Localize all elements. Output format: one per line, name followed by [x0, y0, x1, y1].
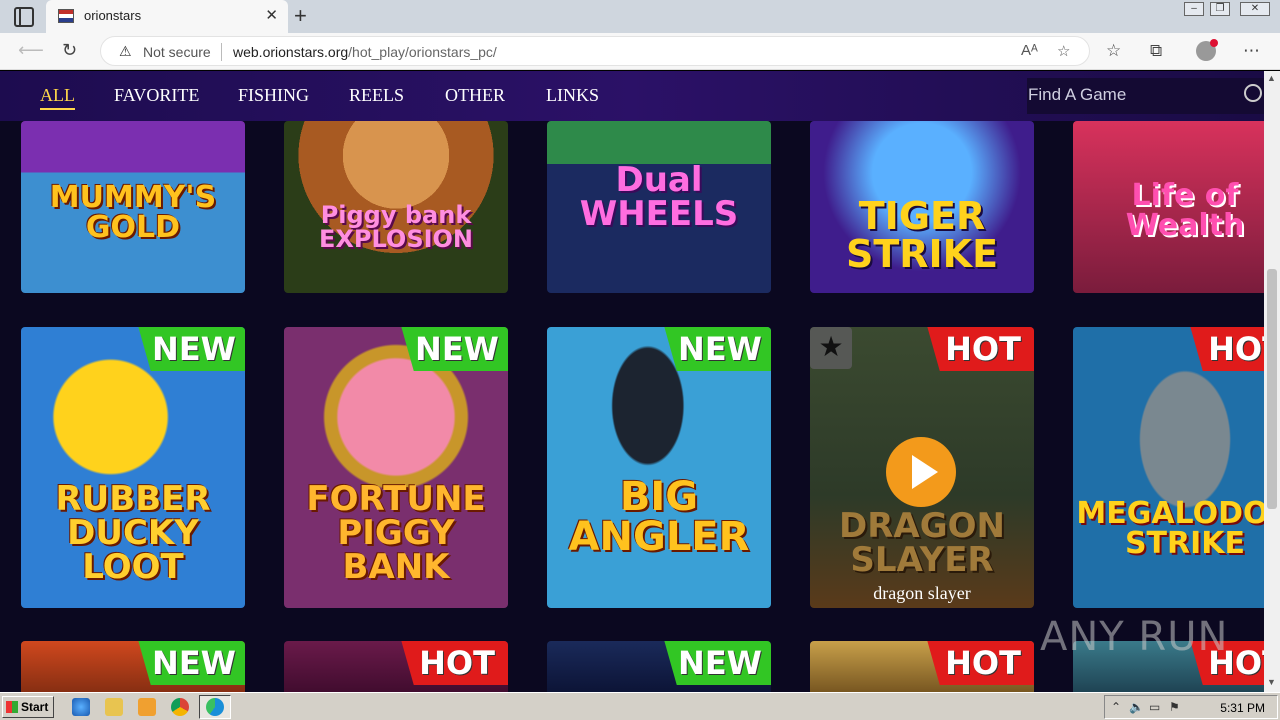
clock[interactable]: 5:31 PM — [1220, 701, 1265, 715]
game-card-dragon-slayer[interactable]: ★ HOT DRAGON SLAYER dragon slayer — [810, 327, 1034, 608]
back-arrow-icon[interactable]: ⟵ — [18, 40, 44, 61]
url-bar[interactable]: ⚠ Not secure web.orionstars.org/hot_play… — [100, 36, 1090, 66]
restore-button[interactable]: ❐ — [1210, 2, 1230, 16]
game-card-rubber-ducky-loot[interactable]: NEW RUBBER DUCKY LOOT — [21, 327, 245, 608]
add-favorite-icon[interactable]: ☆ — [1057, 42, 1070, 60]
search-icon[interactable] — [1244, 84, 1262, 102]
game-card-dual-wheels[interactable]: Dual WHEELS — [547, 121, 771, 293]
warning-icon[interactable]: ⚠ — [119, 43, 132, 60]
game-card[interactable]: HOT — [810, 641, 1034, 692]
game-grid: MUMMY'S GOLD Piggy bank EXPLOSION Dual W… — [0, 121, 1264, 692]
game-title: FORTUNE PIGGY BANK — [306, 479, 486, 587]
nav-reels[interactable]: REELS — [349, 85, 404, 106]
close-window-button[interactable]: ✕ — [1240, 2, 1270, 16]
more-options-icon[interactable]: ⋯ — [1243, 41, 1260, 61]
nav-links[interactable]: LINKS — [546, 85, 599, 106]
collections-icon[interactable]: ⧉ — [1150, 41, 1162, 61]
new-tab-button[interactable]: + — [294, 3, 307, 29]
folder-icon[interactable] — [105, 698, 123, 716]
browser-tab[interactable]: orionstars ✕ — [46, 0, 288, 33]
tab-actions-icon[interactable] — [14, 7, 34, 27]
scroll-up-icon[interactable]: ▲ — [1267, 73, 1276, 83]
game-title: MUMMY'S GOLD — [49, 180, 217, 245]
system-tray: ⌃ 🔈 ▭ ⚑ 5:31 PM — [1104, 695, 1278, 719]
chrome-icon[interactable] — [171, 698, 189, 716]
game-title: Dual WHEELS — [579, 160, 739, 234]
media-player-icon[interactable] — [138, 698, 156, 716]
edge-icon — [206, 698, 224, 716]
game-title: Piggy bank EXPLOSION — [318, 201, 474, 253]
flag-icon[interactable]: ⚑ — [1169, 700, 1180, 714]
security-label[interactable]: Not secure — [143, 44, 211, 60]
game-card-piggy-bank-explosion[interactable]: Piggy bank EXPLOSION — [284, 121, 508, 293]
site-navbar: ALL FAVORITE FISHING REELS OTHER LINKS — [0, 71, 1264, 121]
game-title: BIG ANGLER — [568, 474, 750, 560]
close-tab-icon[interactable]: ✕ — [265, 6, 278, 24]
game-card-big-angler[interactable]: NEW BIG ANGLER — [547, 327, 771, 608]
show-hidden-icon[interactable]: ⌃ — [1111, 700, 1121, 714]
url-text[interactable]: web.orionstars.org/hot_play/orionstars_p… — [233, 44, 497, 60]
game-card[interactable]: HOT — [284, 641, 508, 692]
favorite-star-icon[interactable]: ★ — [810, 327, 852, 369]
game-card-life-of-wealth[interactable]: Life of Wealth — [1073, 121, 1264, 293]
minimize-button[interactable]: – — [1184, 2, 1204, 16]
refresh-icon[interactable]: ↻ — [62, 40, 77, 61]
game-title: MEGALODON STRIKE — [1076, 496, 1264, 561]
nav-favorite[interactable]: FAVORITE — [114, 85, 199, 106]
game-card[interactable]: NEW — [547, 641, 771, 692]
address-bar-row: ⟵ ↻ ⚠ Not secure web.orionstars.org/hot_… — [0, 33, 1280, 70]
browser-tab-strip: orionstars ✕ + – ❐ ✕ — [0, 0, 1280, 33]
network-icon[interactable]: ▭ — [1149, 700, 1160, 714]
ie-icon[interactable] — [72, 698, 90, 716]
game-card-megalodon-strike[interactable]: HOT MEGALODON STRIKE — [1073, 327, 1264, 608]
url-path: /hot_play/orionstars_pc/ — [348, 44, 497, 60]
game-title: DRAGON SLAYER — [839, 506, 1005, 580]
game-card[interactable]: NEW — [21, 641, 245, 692]
taskbar: Start ⌃ 🔈 ▭ ⚑ 5:31 PM — [0, 692, 1280, 720]
game-search — [1027, 78, 1264, 114]
read-aloud-icon[interactable]: Aᴬ — [1021, 42, 1038, 59]
web-page: ALL FAVORITE FISHING REELS OTHER LINKS M… — [0, 71, 1264, 692]
url-divider — [221, 43, 222, 61]
game-card-tiger-strike[interactable]: TIGER STRIKE — [810, 121, 1034, 293]
play-icon[interactable] — [886, 437, 956, 507]
start-button[interactable]: Start — [2, 696, 54, 718]
nav-other[interactable]: OTHER — [445, 85, 505, 106]
volume-icon[interactable]: 🔈 — [1129, 700, 1144, 714]
edge-taskbar-button[interactable] — [199, 695, 231, 719]
profile-avatar[interactable] — [1196, 39, 1218, 61]
tab-title: orionstars — [84, 8, 142, 23]
game-card-fortune-piggy-bank[interactable]: NEW FORTUNE PIGGY BANK — [284, 327, 508, 608]
vertical-scrollbar[interactable]: ▲ ▼ — [1264, 71, 1280, 692]
search-input[interactable] — [1028, 83, 1238, 107]
game-card-mummys-gold[interactable]: MUMMY'S GOLD — [21, 121, 245, 293]
game-title: RUBBER DUCKY LOOT — [55, 479, 211, 587]
nav-all[interactable]: ALL — [40, 85, 75, 110]
nav-fishing[interactable]: FISHING — [238, 85, 309, 106]
game-title: Life of Wealth — [1125, 178, 1245, 243]
site-favicon-icon — [58, 9, 74, 23]
watermark: ANY RUN — [1040, 614, 1229, 660]
scrollbar-thumb[interactable] — [1267, 269, 1277, 509]
favorites-icon[interactable]: ☆ — [1106, 41, 1121, 61]
scroll-down-icon[interactable]: ▼ — [1267, 677, 1276, 687]
game-title: TIGER STRIKE — [845, 194, 999, 276]
url-domain: web.orionstars.org — [233, 44, 349, 60]
game-caption: dragon slayer — [873, 583, 971, 603]
